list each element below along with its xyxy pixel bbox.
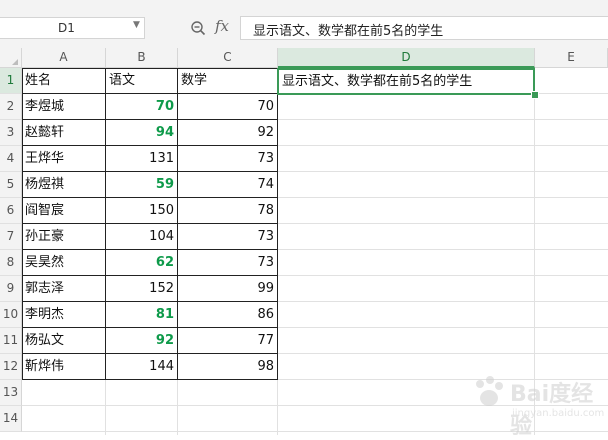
fx-icon[interactable]: fx xyxy=(215,17,229,35)
table-border xyxy=(22,301,278,302)
table-border xyxy=(22,197,278,198)
name-box[interactable]: D1 ▼ xyxy=(0,17,145,39)
cell-a12[interactable]: 靳烨伟 xyxy=(22,354,105,380)
formula-bar: D1 ▼ fx 显示语文、数学都在前5名的学生 xyxy=(0,0,608,48)
cell-b3[interactable]: 94 xyxy=(106,120,177,146)
formula-input[interactable]: 显示语文、数学都在前5名的学生 xyxy=(240,16,608,40)
table-border xyxy=(22,249,278,250)
zoom-out-icon[interactable] xyxy=(190,20,206,36)
column-header-c[interactable]: C xyxy=(178,48,278,68)
row-header-5[interactable]: 5 xyxy=(0,172,22,198)
cell-c3[interactable]: 92 xyxy=(178,120,277,146)
row-header-3[interactable]: 3 xyxy=(0,120,22,146)
column-header-a[interactable]: A xyxy=(22,48,106,68)
cell-a6[interactable]: 阎智宸 xyxy=(22,198,105,224)
cell-c11[interactable]: 77 xyxy=(178,328,277,354)
table-border xyxy=(22,93,278,94)
column-header-row: A B C D E xyxy=(0,48,608,68)
formula-text: 显示语文、数学都在前5名的学生 xyxy=(253,24,444,39)
paw-logo-icon xyxy=(476,376,503,406)
cell-c1[interactable]: 数学 xyxy=(178,68,277,94)
cell-c12[interactable]: 98 xyxy=(178,354,277,380)
cell-b10[interactable]: 81 xyxy=(106,302,177,328)
cell-a7[interactable]: 孙正豪 xyxy=(22,224,105,250)
cell-b7[interactable]: 104 xyxy=(106,224,177,250)
select-all-corner[interactable] xyxy=(0,48,22,68)
column-header-d[interactable]: D xyxy=(278,48,535,68)
cell-a11[interactable]: 杨弘文 xyxy=(22,328,105,354)
row-header-12[interactable]: 12 xyxy=(0,354,22,380)
active-cell-selection[interactable] xyxy=(277,68,535,95)
cell-a1[interactable]: 姓名 xyxy=(22,68,105,94)
column-header-b[interactable]: B xyxy=(106,48,178,68)
chevron-down-icon[interactable]: ▼ xyxy=(133,20,140,30)
cell-b4[interactable]: 131 xyxy=(106,146,177,172)
row-header-6[interactable]: 6 xyxy=(0,198,22,224)
watermark-url: jingyan.baidu.com xyxy=(512,408,605,419)
table-border xyxy=(22,275,278,276)
table-border xyxy=(22,327,278,328)
cell-b5[interactable]: 59 xyxy=(106,172,177,198)
table-border xyxy=(22,119,278,120)
cell-c9[interactable]: 99 xyxy=(178,276,277,302)
row-header-14[interactable]: 14 xyxy=(0,406,22,432)
row-header-13[interactable]: 13 xyxy=(0,380,22,406)
cell-b11[interactable]: 92 xyxy=(106,328,177,354)
cell-a9[interactable]: 郭志泽 xyxy=(22,276,105,302)
cell-b8[interactable]: 62 xyxy=(106,250,177,276)
column-header-e[interactable]: E xyxy=(535,48,608,68)
select-all-icon xyxy=(12,59,18,65)
row-header-7[interactable]: 7 xyxy=(0,224,22,250)
table-border xyxy=(105,68,106,380)
row-header-10[interactable]: 10 xyxy=(0,302,22,328)
row-header-8[interactable]: 8 xyxy=(0,250,22,276)
table-border xyxy=(22,353,278,354)
row-header-9[interactable]: 9 xyxy=(0,276,22,302)
cell-c10[interactable]: 86 xyxy=(178,302,277,328)
cell-c8[interactable]: 73 xyxy=(178,250,277,276)
watermark: Bai度经验 jingyan.baidu.com xyxy=(470,370,604,439)
fill-handle[interactable] xyxy=(531,91,539,99)
table-border xyxy=(22,223,278,224)
row-header-4[interactable]: 4 xyxy=(0,146,22,172)
cell-a5[interactable]: 杨煜祺 xyxy=(22,172,105,198)
table-border xyxy=(22,145,278,146)
cell-b6[interactable]: 150 xyxy=(106,198,177,224)
cell-c7[interactable]: 73 xyxy=(178,224,277,250)
table-border xyxy=(177,68,178,380)
table-border xyxy=(22,171,278,172)
cell-b1[interactable]: 语文 xyxy=(106,68,177,94)
row-header-1[interactable]: 1 xyxy=(0,68,22,94)
cell-a2[interactable]: 李煜城 xyxy=(22,94,105,120)
cell-a3[interactable]: 赵懿轩 xyxy=(22,120,105,146)
name-box-value: D1 xyxy=(58,21,75,35)
cell-c6[interactable]: 78 xyxy=(178,198,277,224)
cell-a10[interactable]: 李明杰 xyxy=(22,302,105,328)
cell-a4[interactable]: 王烨华 xyxy=(22,146,105,172)
cell-c5[interactable]: 74 xyxy=(178,172,277,198)
cell-b9[interactable]: 152 xyxy=(106,276,177,302)
cell-c4[interactable]: 73 xyxy=(178,146,277,172)
cell-b12[interactable]: 144 xyxy=(106,354,177,380)
cell-c2[interactable]: 70 xyxy=(178,94,277,120)
row-header-2[interactable]: 2 xyxy=(0,94,22,120)
cell-a8[interactable]: 吴昊然 xyxy=(22,250,105,276)
cell-b2[interactable]: 70 xyxy=(106,94,177,120)
row-header-11[interactable]: 11 xyxy=(0,328,22,354)
